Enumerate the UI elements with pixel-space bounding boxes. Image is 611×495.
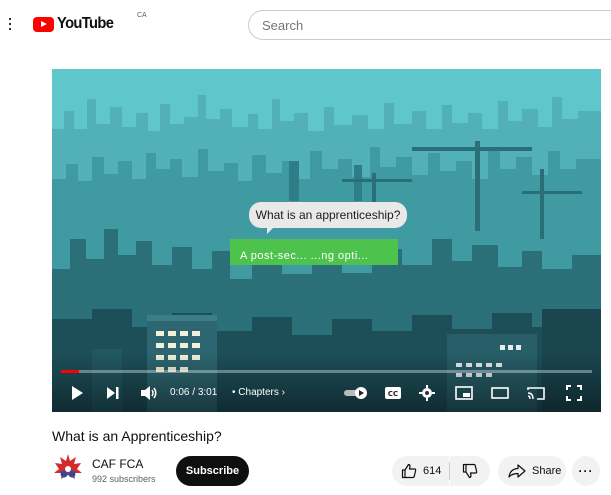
chapters-button[interactable]: • Chapters › <box>232 387 285 398</box>
volume-icon[interactable] <box>138 381 160 405</box>
more-actions-button[interactable]: ··· <box>572 456 600 486</box>
miniplayer-icon[interactable] <box>452 381 476 405</box>
caption-bubble: What is an apprenticeship? <box>249 202 407 234</box>
channel-avatar[interactable] <box>52 452 84 484</box>
search-input[interactable]: Search <box>248 10 611 40</box>
theater-mode-icon[interactable] <box>488 381 512 405</box>
progress-bar[interactable] <box>61 370 592 373</box>
subtitles-icon[interactable]: CC <box>382 381 404 405</box>
green-caption-text: A post-sec... ...ng opti... <box>240 250 369 262</box>
like-button[interactable]: 614 <box>392 456 449 486</box>
dislike-button[interactable] <box>450 456 490 486</box>
search-placeholder: Search <box>262 17 304 33</box>
video-player[interactable]: What is an apprenticeship? A post-sec...… <box>52 69 601 412</box>
svg-text:CC: CC <box>388 390 398 398</box>
subscriber-count: 992 subscribers <box>92 474 156 484</box>
like-count: 614 <box>423 465 442 477</box>
autoplay-toggle[interactable] <box>342 381 370 405</box>
subscribe-button[interactable]: Subscribe <box>176 456 249 486</box>
video-title: What is an Apprenticeship? <box>52 428 222 444</box>
share-label: Share <box>532 465 562 477</box>
controls-shade <box>52 352 601 412</box>
country-code: CA <box>137 12 147 19</box>
channel-name[interactable]: CAF FCA <box>92 457 143 471</box>
time-separator: / <box>189 387 198 398</box>
chapters-label: • Chapters › <box>232 387 285 398</box>
time-total: 3:01 <box>197 387 218 398</box>
progress-fill <box>61 370 79 373</box>
masthead: YouTube CA Search <box>0 0 611 50</box>
caption-bubble-text: What is an apprenticeship? <box>255 208 401 222</box>
settings-icon[interactable] <box>416 381 438 405</box>
thumbs-down-icon <box>462 463 478 479</box>
youtube-logo[interactable]: YouTube CA <box>33 12 147 35</box>
thumbs-up-icon <box>401 463 417 479</box>
logo-text: YouTube <box>57 15 114 32</box>
time-current: 0:06 <box>170 387 190 398</box>
youtube-play-icon <box>33 16 54 32</box>
cast-icon[interactable] <box>524 381 548 405</box>
subscribe-label: Subscribe <box>185 465 240 477</box>
next-icon[interactable] <box>102 381 124 405</box>
green-caption-box: A post-sec... ...ng opti... <box>230 239 398 265</box>
share-button[interactable]: Share <box>498 456 566 486</box>
more-icon: ··· <box>578 464 594 478</box>
menu-icon[interactable] <box>4 14 18 34</box>
play-icon[interactable] <box>66 381 88 405</box>
time-display: 0:06 / 3:01 <box>170 387 217 398</box>
share-icon <box>508 464 526 478</box>
fullscreen-icon[interactable] <box>562 381 586 405</box>
